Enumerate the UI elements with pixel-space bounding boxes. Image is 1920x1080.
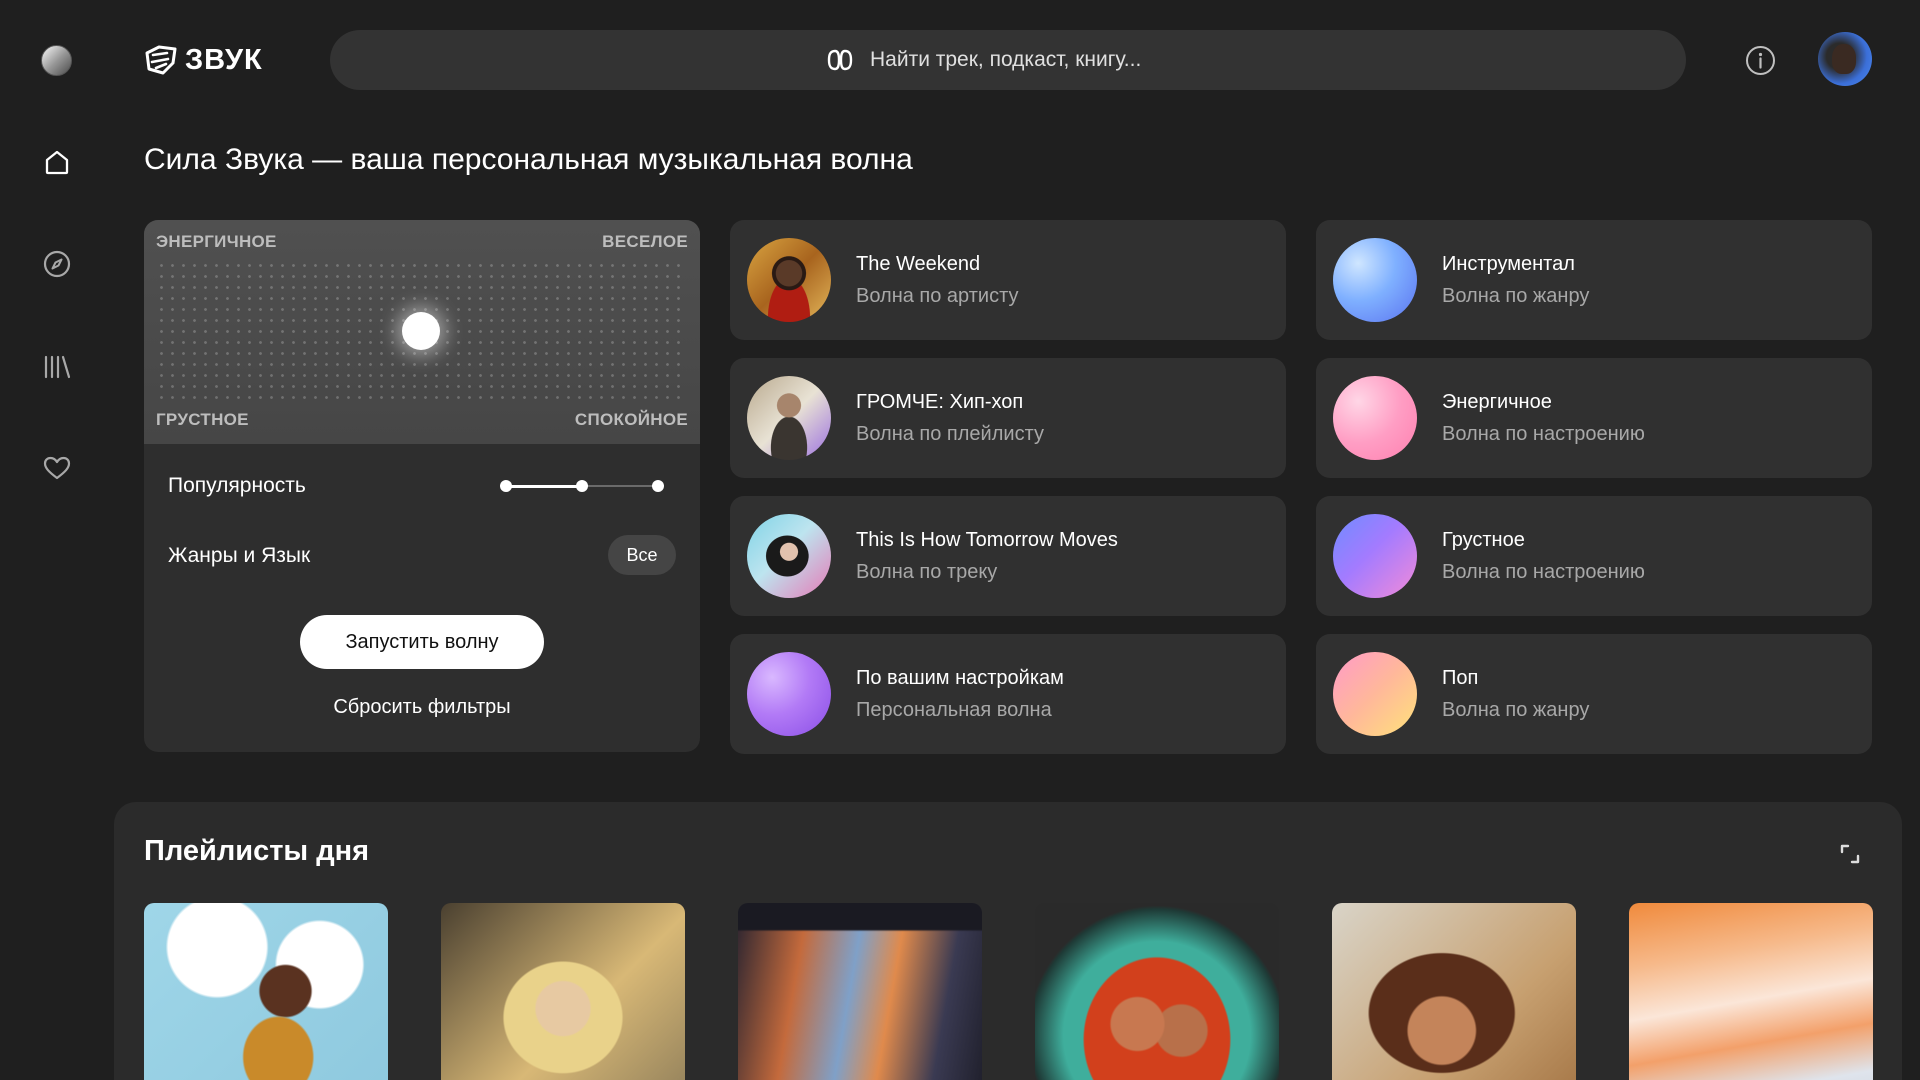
wave-subtitle: Волна по треку bbox=[856, 561, 998, 583]
wave-subtitle: Волна по настроению bbox=[1442, 423, 1645, 445]
search-bar[interactable] bbox=[330, 30, 1686, 90]
wave-card-energetic[interactable]: Энергичное Волна по настроению bbox=[1316, 358, 1872, 478]
playlist-cover-1[interactable] bbox=[144, 903, 388, 1080]
popularity-slider-track bbox=[582, 485, 662, 487]
artist-photo bbox=[747, 238, 831, 322]
popularity-slider[interactable] bbox=[500, 478, 672, 494]
section-title: Плейлисты дня bbox=[144, 835, 370, 867]
library-icon[interactable] bbox=[42, 352, 72, 382]
wave-subtitle: Волна по настроению bbox=[1442, 561, 1645, 583]
popularity-label: Популярность bbox=[168, 474, 306, 497]
wave-title: ГРОМЧЕ: Хип-хоп bbox=[856, 391, 1024, 413]
popularity-stop-high[interactable] bbox=[652, 480, 664, 492]
logo-text: ЗВУК bbox=[185, 43, 263, 76]
popularity-slider-fill bbox=[504, 485, 582, 488]
mood-label-energetic: ЭНЕРГИЧНОЕ bbox=[156, 232, 277, 251]
playlist-cover-4[interactable] bbox=[1035, 903, 1279, 1080]
mood-picker-knob[interactable] bbox=[402, 312, 440, 350]
wave-title: The Weekend bbox=[856, 253, 981, 275]
wave-title: Энергичное bbox=[1442, 391, 1552, 413]
mood-orb bbox=[1333, 376, 1417, 460]
wave-card-track[interactable]: This Is How Tomorrow Moves Волна по трек… bbox=[730, 496, 1286, 616]
wave-card-instrumental[interactable]: Инструментал Волна по жанру bbox=[1316, 220, 1872, 340]
mood-label-sad: ГРУСТНОЕ bbox=[156, 410, 249, 429]
genres-language-label: Жанры и Язык bbox=[168, 544, 311, 567]
wave-title: Грустное bbox=[1442, 529, 1525, 551]
playlist-cover-3[interactable] bbox=[738, 903, 982, 1080]
info-icon[interactable] bbox=[1745, 45, 1776, 76]
popularity-slider-handle[interactable] bbox=[576, 480, 588, 492]
page-title: Сила Звука — ваша персональная музыкальн… bbox=[144, 143, 913, 176]
wave-subtitle: Волна по жанру bbox=[1442, 285, 1590, 307]
wave-title: Инструментал bbox=[1442, 253, 1575, 275]
wave-card-sad[interactable]: Грустное Волна по настроению bbox=[1316, 496, 1872, 616]
wave-card-artist[interactable]: The Weekend Волна по артисту bbox=[730, 220, 1286, 340]
wave-title: Поп bbox=[1442, 667, 1479, 689]
wave-title: По вашим настройкам bbox=[856, 667, 1064, 689]
user-avatar[interactable] bbox=[1818, 32, 1872, 86]
playlist-cover bbox=[747, 376, 831, 460]
logo[interactable]: ЗВУК bbox=[143, 42, 263, 78]
genre-orb bbox=[1333, 238, 1417, 322]
app-root: ЗВУК Сила Звука — ваша персональная музы… bbox=[0, 0, 1920, 1080]
voice-search-icon bbox=[827, 49, 853, 71]
expand-icon[interactable] bbox=[1838, 842, 1862, 866]
wave-subtitle: Волна по артисту bbox=[856, 285, 1019, 307]
mood-orb bbox=[1333, 514, 1417, 598]
track-cover bbox=[747, 514, 831, 598]
wave-card-pop[interactable]: Поп Волна по жанру bbox=[1316, 634, 1872, 754]
mood-label-cheerful: ВЕСЕЛОЕ bbox=[602, 232, 688, 251]
playlist-cover-5[interactable] bbox=[1332, 903, 1576, 1080]
start-wave-button[interactable]: Запустить волну bbox=[300, 615, 544, 669]
compass-icon[interactable] bbox=[42, 249, 72, 279]
wave-subtitle: Волна по плейлисту bbox=[856, 423, 1044, 445]
home-icon[interactable] bbox=[42, 147, 72, 177]
playlists-of-day-section: Плейлисты дня bbox=[114, 802, 1902, 1080]
search-input[interactable] bbox=[870, 48, 1190, 72]
heart-icon[interactable] bbox=[42, 453, 72, 483]
theme-toggle-icon[interactable] bbox=[41, 45, 72, 76]
mood-panel: ЭНЕРГИЧНОЕ ВЕСЕЛОЕ ГРУСТНОЕ СПОКОЙНОЕ По… bbox=[144, 220, 700, 752]
wave-subtitle: Персональная волна bbox=[856, 699, 1052, 721]
logo-mark-icon bbox=[145, 45, 177, 75]
wave-title: This Is How Tomorrow Moves bbox=[856, 529, 1118, 551]
genre-orb bbox=[1333, 652, 1417, 736]
wave-card-personal[interactable]: По вашим настройкам Персональная волна bbox=[730, 634, 1286, 754]
reset-filters-link[interactable]: Сбросить фильтры bbox=[144, 696, 700, 719]
mood-label-calm: СПОКОЙНОЕ bbox=[574, 410, 688, 429]
personal-wave-orb bbox=[747, 652, 831, 736]
wave-card-playlist[interactable]: ГРОМЧЕ: Хип-хоп Волна по плейлисту bbox=[730, 358, 1286, 478]
popularity-stop-low[interactable] bbox=[500, 480, 512, 492]
mood-grid[interactable]: ЭНЕРГИЧНОЕ ВЕСЕЛОЕ ГРУСТНОЕ СПОКОЙНОЕ bbox=[144, 220, 700, 444]
genres-language-chip[interactable]: Все bbox=[608, 535, 676, 575]
playlist-cover-2[interactable] bbox=[441, 903, 685, 1080]
wave-subtitle: Волна по жанру bbox=[1442, 699, 1590, 721]
playlist-cover-6[interactable] bbox=[1629, 903, 1873, 1080]
